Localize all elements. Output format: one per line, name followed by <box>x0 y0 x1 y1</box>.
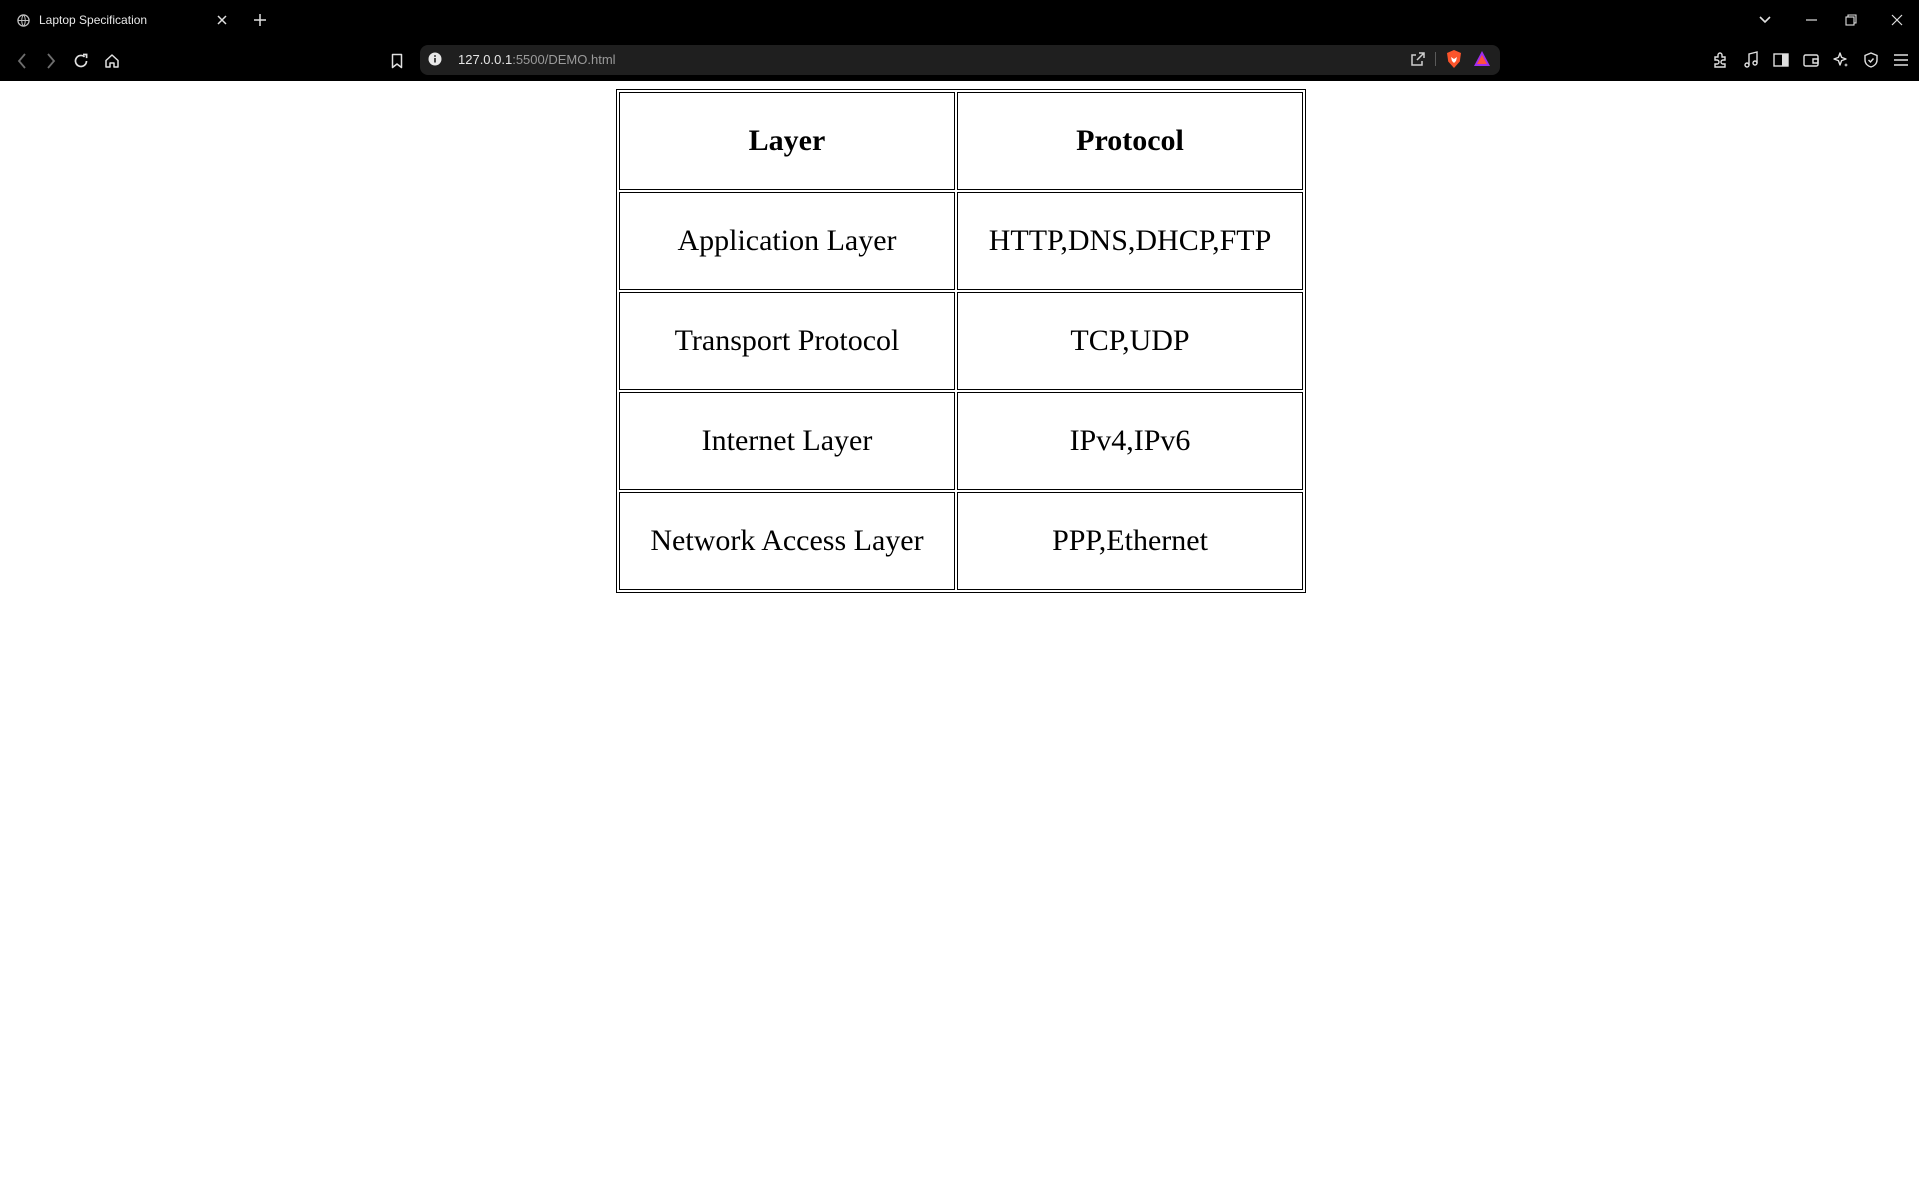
url-path: :5500/DEMO.html <box>512 52 616 67</box>
brave-shields-icon[interactable] <box>1444 49 1464 69</box>
browser-chrome: Laptop Specification 127.0.0.1:5500/DEMO… <box>0 0 1919 81</box>
protocol-cell: HTTP,DNS,DHCP,FTP <box>957 192 1303 290</box>
protocol-cell: PPP,Ethernet <box>957 492 1303 590</box>
reload-icon[interactable] <box>68 48 94 74</box>
restore-icon[interactable] <box>1837 6 1865 34</box>
table-row: Transport Protocol TCP,UDP <box>619 292 1303 390</box>
forward-icon[interactable] <box>38 48 64 74</box>
tab-title: Laptop Specification <box>39 13 148 27</box>
extensions-icon[interactable] <box>1709 48 1733 72</box>
layer-cell: Application Layer <box>619 192 955 290</box>
sidebar-icon[interactable] <box>1769 48 1793 72</box>
vpn-icon[interactable] <box>1859 48 1883 72</box>
home-icon[interactable] <box>99 48 125 74</box>
table-header-row: Layer Protocol <box>619 92 1303 190</box>
protocol-table: Layer Protocol Application Layer HTTP,DN… <box>616 89 1306 593</box>
close-icon[interactable] <box>1883 6 1911 34</box>
leo-ai-icon[interactable] <box>1829 48 1853 72</box>
globe-icon <box>16 13 30 27</box>
minimize-icon[interactable] <box>1797 6 1825 34</box>
layer-cell: Network Access Layer <box>619 492 955 590</box>
toolbar: 127.0.0.1:5500/DEMO.html <box>0 40 1919 81</box>
table-row: Internet Layer IPv4,IPv6 <box>619 392 1303 490</box>
page-viewport: Layer Protocol Application Layer HTTP,DN… <box>0 81 1919 1199</box>
close-icon[interactable] <box>212 10 232 30</box>
protocol-cell: IPv4,IPv6 <box>957 392 1303 490</box>
plus-icon[interactable] <box>249 9 271 31</box>
url-text[interactable]: 127.0.0.1:5500/DEMO.html <box>458 52 616 67</box>
menu-icon[interactable] <box>1889 48 1913 72</box>
back-icon[interactable] <box>9 48 35 74</box>
url-host: 127.0.0.1 <box>458 52 513 67</box>
address-bar[interactable]: 127.0.0.1:5500/DEMO.html <box>420 45 1500 75</box>
layer-cell: Internet Layer <box>619 392 955 490</box>
protocol-cell: TCP,UDP <box>957 292 1303 390</box>
column-header-layer: Layer <box>619 92 955 190</box>
wallet-icon[interactable] <box>1799 48 1823 72</box>
layer-cell: Transport Protocol <box>619 292 955 390</box>
music-icon[interactable] <box>1739 48 1763 72</box>
table-row: Network Access Layer PPP,Ethernet <box>619 492 1303 590</box>
chevron-down-icon[interactable] <box>1751 6 1779 34</box>
column-header-protocol: Protocol <box>957 92 1303 190</box>
bookmark-icon[interactable] <box>384 48 410 74</box>
tab-strip: Laptop Specification <box>0 0 1919 40</box>
share-icon[interactable] <box>1409 50 1427 68</box>
table-row: Application Layer HTTP,DNS,DHCP,FTP <box>619 192 1303 290</box>
brave-rewards-icon[interactable] <box>1472 49 1492 69</box>
tab-active[interactable]: Laptop Specification <box>8 6 236 34</box>
info-icon[interactable] <box>428 52 444 68</box>
divider <box>1435 52 1436 66</box>
